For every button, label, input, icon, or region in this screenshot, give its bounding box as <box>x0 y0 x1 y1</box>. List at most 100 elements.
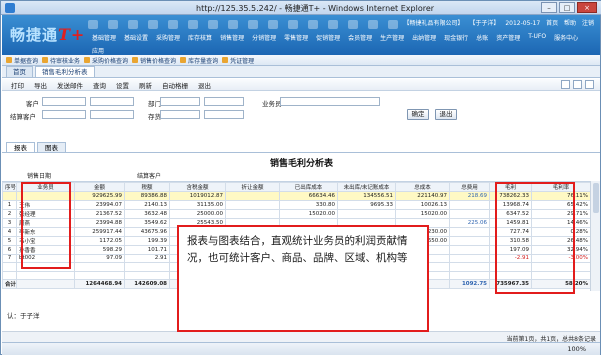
shortcut-item[interactable]: 单据查询 <box>6 56 38 65</box>
zoom-level[interactable]: 100% <box>567 345 586 353</box>
table-cell: 合计 <box>2 279 17 290</box>
tab-sales-gross-profit[interactable]: 销售毛利分析表 <box>35 66 95 77</box>
sub-nav[interactable]: 应用 <box>92 46 104 55</box>
close-button[interactable]: × <box>577 2 597 13</box>
annotation-callout: 报表与图表结合，直观统计业务员的利润贡献情况，也可统计客户、商品、品牌、区域、机… <box>177 225 429 332</box>
module-icon[interactable] <box>328 20 338 29</box>
module-icon[interactable] <box>268 20 278 29</box>
user-name[interactable]: 【于子洋】 <box>469 20 499 27</box>
column-header[interactable]: 税额 <box>124 182 170 192</box>
module-icon[interactable] <box>188 20 198 29</box>
help-icon[interactable] <box>573 80 582 89</box>
table-cell: 14.46% <box>531 217 590 228</box>
table-cell <box>16 279 75 290</box>
nav-item[interactable]: 服务中心 <box>550 33 582 42</box>
auto-grid-button[interactable]: 自动格栅 <box>157 80 193 90</box>
confirm-button[interactable]: 确定 <box>407 109 429 120</box>
table-row[interactable]: 929625.99 89386.88 1019012.87 66634.46 13455… <box>2 191 590 201</box>
customer-from-input[interactable] <box>42 97 86 106</box>
shortcut-item[interactable]: 待审核业务 <box>42 56 80 65</box>
cancel-button[interactable]: 退出 <box>435 109 457 120</box>
module-icon[interactable] <box>148 20 158 29</box>
tab-chart[interactable]: 图表 <box>37 142 66 152</box>
nav-item[interactable]: 出纳管理 <box>408 33 440 42</box>
nav-item[interactable]: T-UFO <box>524 33 550 42</box>
nav-item[interactable]: 会员管理 <box>344 33 376 42</box>
column-header[interactable]: 业务员 <box>16 182 75 192</box>
table-cell: 31135.00 <box>169 199 226 210</box>
settings-button[interactable]: 设置 <box>111 80 134 90</box>
settle-customer-to-input[interactable] <box>90 110 134 119</box>
scroll-thumb[interactable] <box>593 183 599 213</box>
column-header[interactable]: 含税金额 <box>169 182 226 192</box>
nav-item[interactable]: 采购管理 <box>152 33 184 42</box>
close-tab-icon[interactable] <box>585 80 594 89</box>
column-header[interactable]: 已出库成本 <box>279 182 338 192</box>
table-cell: 221140.97 <box>395 191 450 201</box>
table-cell: 15020.00 <box>395 208 450 219</box>
layout-icon[interactable] <box>561 80 570 89</box>
column-header[interactable]: 毛利率 <box>531 182 590 192</box>
dept-from-input[interactable] <box>160 97 200 106</box>
header-link-logout[interactable]: 注销 <box>582 20 594 27</box>
column-header[interactable]: 毛利 <box>489 182 532 192</box>
tab-home[interactable]: 首页 <box>6 66 33 77</box>
send-email-button[interactable]: 发送邮件 <box>52 80 88 90</box>
vertical-scrollbar[interactable] <box>590 181 600 291</box>
customer-to-input[interactable] <box>90 97 134 106</box>
nav-item[interactable]: 销售管理 <box>216 33 248 42</box>
nav-item[interactable]: 促销管理 <box>312 33 344 42</box>
print-button[interactable]: 打印 <box>6 80 29 90</box>
inventory-to-input[interactable] <box>204 110 244 119</box>
module-icon[interactable] <box>248 20 258 29</box>
module-icon[interactable] <box>128 20 138 29</box>
dept-to-input[interactable] <box>204 97 244 106</box>
nav-item[interactable]: 分销管理 <box>248 33 280 42</box>
module-icon[interactable] <box>108 20 118 29</box>
signer-label: 认：于子洋 <box>7 312 40 320</box>
refresh-button[interactable]: 刷新 <box>134 80 157 90</box>
module-icon[interactable] <box>88 20 98 29</box>
nav-item[interactable]: 零售管理 <box>280 33 312 42</box>
column-header[interactable]: 未出库/未记账成本 <box>337 182 396 192</box>
export-button[interactable]: 导出 <box>29 80 52 90</box>
column-header[interactable]: 金额 <box>74 182 125 192</box>
inventory-from-input[interactable] <box>160 110 200 119</box>
maximize-button[interactable]: □ <box>559 2 575 13</box>
column-header[interactable]: 折让金额 <box>225 182 280 192</box>
header-link-home[interactable]: 首页 <box>546 20 558 27</box>
column-header[interactable]: 序号 <box>2 182 17 192</box>
settle-customer-from-input[interactable] <box>42 110 86 119</box>
tab-report[interactable]: 报表 <box>6 142 35 152</box>
table-row[interactable]: 1 王伟 23994.07 2140.13 31135.00 330.80 9695.33 1… <box>2 199 590 210</box>
nav-item[interactable]: 生产管理 <box>376 33 408 42</box>
title-bar: http://125.35.5.242/ - 畅捷通T+ - Windows I… <box>1 1 601 15</box>
query-button[interactable]: 查询 <box>88 80 111 90</box>
module-icon[interactable] <box>348 20 358 29</box>
shortcut-item[interactable]: 凭证管理 <box>222 56 254 65</box>
module-icon[interactable] <box>308 20 318 29</box>
header-link-help[interactable]: 帮助 <box>564 20 576 27</box>
nav-item[interactable]: 总账 <box>472 33 492 42</box>
column-header[interactable]: 总费用 <box>449 182 490 192</box>
shortcut-item[interactable]: 库存量查询 <box>180 56 218 65</box>
module-icon[interactable] <box>288 20 298 29</box>
nav-item[interactable]: 库存核算 <box>184 33 216 42</box>
nav-item[interactable]: 资产管理 <box>492 33 524 42</box>
table-row[interactable]: 2 张经理 21367.52 3632.48 25000.00 15020.00 15020… <box>2 208 590 219</box>
shortcut-item[interactable]: 销售价格查询 <box>132 56 176 65</box>
table-cell: 21367.52 <box>74 208 125 219</box>
exit-button[interactable]: 退出 <box>193 80 216 90</box>
nav-item[interactable]: 基础管理 <box>88 33 120 42</box>
module-icon[interactable] <box>388 20 398 29</box>
module-icon[interactable] <box>168 20 178 29</box>
minimize-button[interactable]: – <box>541 2 557 13</box>
shortcut-item[interactable]: 采购价格查询 <box>84 56 128 65</box>
nav-item[interactable]: 现金银行 <box>440 33 472 42</box>
module-icon[interactable] <box>208 20 218 29</box>
module-icon[interactable] <box>368 20 378 29</box>
salesman-input[interactable] <box>280 97 380 106</box>
nav-item[interactable]: 基础设置 <box>120 33 152 42</box>
module-icon[interactable] <box>228 20 238 29</box>
column-header[interactable]: 总成本 <box>395 182 450 192</box>
